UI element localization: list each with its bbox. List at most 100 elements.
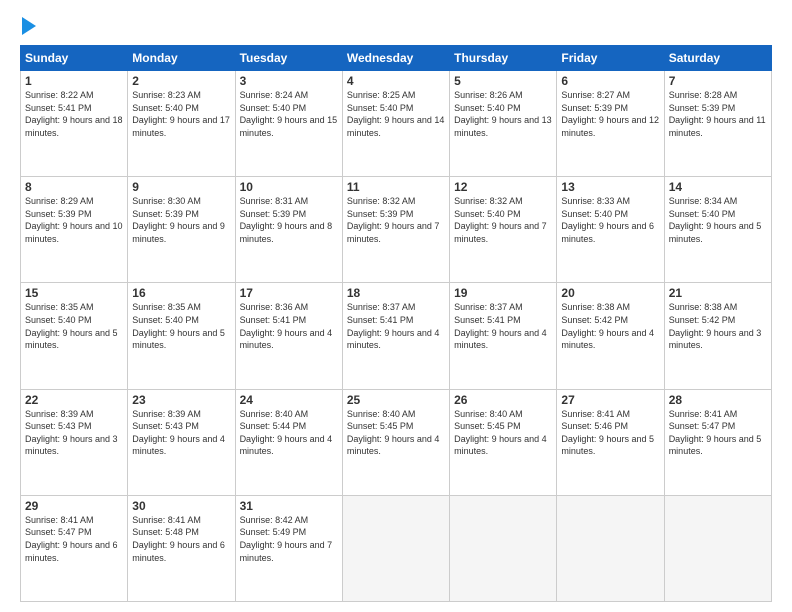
calendar-day-6: 6 Sunrise: 8:27 AMSunset: 5:39 PMDaylight… bbox=[557, 71, 664, 177]
day-info: Sunrise: 8:36 AMSunset: 5:41 PMDaylight:… bbox=[240, 302, 333, 350]
calendar-day-16: 16 Sunrise: 8:35 AMSunset: 5:40 PMDayligh… bbox=[128, 283, 235, 389]
day-info: Sunrise: 8:35 AMSunset: 5:40 PMDaylight:… bbox=[132, 302, 225, 350]
day-info: Sunrise: 8:41 AMSunset: 5:46 PMDaylight:… bbox=[561, 409, 654, 457]
day-number: 26 bbox=[454, 393, 552, 407]
logo-icon bbox=[22, 17, 36, 35]
calendar-header-row: SundayMondayTuesdayWednesdayThursdayFrid… bbox=[21, 46, 772, 71]
day-info: Sunrise: 8:31 AMSunset: 5:39 PMDaylight:… bbox=[240, 196, 333, 244]
calendar-day-9: 9 Sunrise: 8:30 AMSunset: 5:39 PMDaylight… bbox=[128, 177, 235, 283]
calendar-day-20: 20 Sunrise: 8:38 AMSunset: 5:42 PMDayligh… bbox=[557, 283, 664, 389]
weekday-header-friday: Friday bbox=[557, 46, 664, 71]
calendar-day-25: 25 Sunrise: 8:40 AMSunset: 5:45 PMDayligh… bbox=[342, 389, 449, 495]
day-number: 29 bbox=[25, 499, 123, 513]
calendar-day-23: 23 Sunrise: 8:39 AMSunset: 5:43 PMDayligh… bbox=[128, 389, 235, 495]
day-number: 28 bbox=[669, 393, 767, 407]
day-number: 6 bbox=[561, 74, 659, 88]
calendar-empty-4-6 bbox=[664, 495, 771, 601]
day-number: 23 bbox=[132, 393, 230, 407]
day-info: Sunrise: 8:38 AMSunset: 5:42 PMDaylight:… bbox=[561, 302, 654, 350]
day-info: Sunrise: 8:41 AMSunset: 5:47 PMDaylight:… bbox=[25, 515, 118, 563]
day-info: Sunrise: 8:32 AMSunset: 5:39 PMDaylight:… bbox=[347, 196, 440, 244]
calendar-week-5: 29 Sunrise: 8:41 AMSunset: 5:47 PMDayligh… bbox=[21, 495, 772, 601]
day-info: Sunrise: 8:40 AMSunset: 5:45 PMDaylight:… bbox=[347, 409, 440, 457]
calendar-day-12: 12Sunrise: 8:32 AMSunset: 5:40 PMDayligh… bbox=[450, 177, 557, 283]
day-number: 3 bbox=[240, 74, 338, 88]
day-info: Sunrise: 8:22 AMSunset: 5:41 PMDaylight:… bbox=[25, 90, 123, 138]
calendar-day-13: 13 Sunrise: 8:33 AMSunset: 5:40 PMDayligh… bbox=[557, 177, 664, 283]
day-info: Sunrise: 8:28 AMSunset: 5:39 PMDaylight:… bbox=[669, 90, 766, 138]
day-number: 8 bbox=[25, 180, 123, 194]
weekday-header-saturday: Saturday bbox=[664, 46, 771, 71]
calendar-day-7: 7 Sunrise: 8:28 AMSunset: 5:39 PMDaylight… bbox=[664, 71, 771, 177]
weekday-header-thursday: Thursday bbox=[450, 46, 557, 71]
calendar-day-1: 1 Sunrise: 8:22 AMSunset: 5:41 PMDaylight… bbox=[21, 71, 128, 177]
day-number: 25 bbox=[347, 393, 445, 407]
day-number: 15 bbox=[25, 286, 123, 300]
day-number: 10 bbox=[240, 180, 338, 194]
calendar-day-10: 10 Sunrise: 8:31 AMSunset: 5:39 PMDayligh… bbox=[235, 177, 342, 283]
day-info: Sunrise: 8:40 AMSunset: 5:44 PMDaylight:… bbox=[240, 409, 333, 457]
day-number: 22 bbox=[25, 393, 123, 407]
day-number: 20 bbox=[561, 286, 659, 300]
weekday-header-sunday: Sunday bbox=[21, 46, 128, 71]
day-number: 21 bbox=[669, 286, 767, 300]
calendar-day-4: 4 Sunrise: 8:25 AMSunset: 5:40 PMDaylight… bbox=[342, 71, 449, 177]
day-number: 17 bbox=[240, 286, 338, 300]
calendar-day-18: 18Sunrise: 8:37 AMSunset: 5:41 PMDayligh… bbox=[342, 283, 449, 389]
day-info: Sunrise: 8:34 AMSunset: 5:40 PMDaylight:… bbox=[669, 196, 762, 244]
weekday-header-wednesday: Wednesday bbox=[342, 46, 449, 71]
day-info: Sunrise: 8:40 AMSunset: 5:45 PMDaylight:… bbox=[454, 409, 547, 457]
calendar-day-15: 15Sunrise: 8:35 AMSunset: 5:40 PMDayligh… bbox=[21, 283, 128, 389]
calendar-week-4: 22 Sunrise: 8:39 AMSunset: 5:43 PMDayligh… bbox=[21, 389, 772, 495]
calendar-day-22: 22 Sunrise: 8:39 AMSunset: 5:43 PMDayligh… bbox=[21, 389, 128, 495]
page: SundayMondayTuesdayWednesdayThursdayFrid… bbox=[0, 0, 792, 612]
day-number: 4 bbox=[347, 74, 445, 88]
calendar-table: SundayMondayTuesdayWednesdayThursdayFrid… bbox=[20, 45, 772, 602]
calendar-day-24: 24 Sunrise: 8:40 AMSunset: 5:44 PMDayligh… bbox=[235, 389, 342, 495]
calendar-day-31: 31 Sunrise: 8:42 AMSunset: 5:49 PMDayligh… bbox=[235, 495, 342, 601]
day-info: Sunrise: 8:38 AMSunset: 5:42 PMDaylight:… bbox=[669, 302, 762, 350]
day-info: Sunrise: 8:41 AMSunset: 5:47 PMDaylight:… bbox=[669, 409, 762, 457]
day-info: Sunrise: 8:37 AMSunset: 5:41 PMDaylight:… bbox=[347, 302, 440, 350]
day-number: 9 bbox=[132, 180, 230, 194]
day-number: 27 bbox=[561, 393, 659, 407]
day-info: Sunrise: 8:23 AMSunset: 5:40 PMDaylight:… bbox=[132, 90, 230, 138]
day-number: 13 bbox=[561, 180, 659, 194]
day-info: Sunrise: 8:39 AMSunset: 5:43 PMDaylight:… bbox=[25, 409, 118, 457]
logo bbox=[20, 16, 36, 35]
calendar-day-19: 19 Sunrise: 8:37 AMSunset: 5:41 PMDayligh… bbox=[450, 283, 557, 389]
calendar-empty-4-5 bbox=[557, 495, 664, 601]
day-info: Sunrise: 8:42 AMSunset: 5:49 PMDaylight:… bbox=[240, 515, 333, 563]
day-number: 24 bbox=[240, 393, 338, 407]
day-number: 1 bbox=[25, 74, 123, 88]
calendar-week-1: 1 Sunrise: 8:22 AMSunset: 5:41 PMDaylight… bbox=[21, 71, 772, 177]
day-info: Sunrise: 8:27 AMSunset: 5:39 PMDaylight:… bbox=[561, 90, 659, 138]
day-number: 11 bbox=[347, 180, 445, 194]
day-number: 19 bbox=[454, 286, 552, 300]
calendar-day-30: 30Sunrise: 8:41 AMSunset: 5:48 PMDayligh… bbox=[128, 495, 235, 601]
weekday-header-monday: Monday bbox=[128, 46, 235, 71]
calendar-empty-4-3 bbox=[342, 495, 449, 601]
calendar-day-3: 3Sunrise: 8:24 AMSunset: 5:40 PMDaylight… bbox=[235, 71, 342, 177]
calendar-day-26: 26 Sunrise: 8:40 AMSunset: 5:45 PMDayligh… bbox=[450, 389, 557, 495]
calendar-day-27: 27 Sunrise: 8:41 AMSunset: 5:46 PMDayligh… bbox=[557, 389, 664, 495]
day-number: 5 bbox=[454, 74, 552, 88]
day-info: Sunrise: 8:33 AMSunset: 5:40 PMDaylight:… bbox=[561, 196, 654, 244]
day-info: Sunrise: 8:25 AMSunset: 5:40 PMDaylight:… bbox=[347, 90, 445, 138]
header bbox=[20, 16, 772, 35]
calendar-day-2: 2 Sunrise: 8:23 AMSunset: 5:40 PMDaylight… bbox=[128, 71, 235, 177]
day-number: 14 bbox=[669, 180, 767, 194]
day-info: Sunrise: 8:37 AMSunset: 5:41 PMDaylight:… bbox=[454, 302, 547, 350]
day-info: Sunrise: 8:26 AMSunset: 5:40 PMDaylight:… bbox=[454, 90, 552, 138]
calendar-day-14: 14 Sunrise: 8:34 AMSunset: 5:40 PMDayligh… bbox=[664, 177, 771, 283]
calendar-day-21: 21 Sunrise: 8:38 AMSunset: 5:42 PMDayligh… bbox=[664, 283, 771, 389]
day-number: 12 bbox=[454, 180, 552, 194]
day-number: 7 bbox=[669, 74, 767, 88]
day-info: Sunrise: 8:39 AMSunset: 5:43 PMDaylight:… bbox=[132, 409, 225, 457]
calendar-day-11: 11 Sunrise: 8:32 AMSunset: 5:39 PMDayligh… bbox=[342, 177, 449, 283]
day-number: 2 bbox=[132, 74, 230, 88]
day-info: Sunrise: 8:30 AMSunset: 5:39 PMDaylight:… bbox=[132, 196, 225, 244]
calendar-day-8: 8Sunrise: 8:29 AMSunset: 5:39 PMDaylight… bbox=[21, 177, 128, 283]
day-number: 16 bbox=[132, 286, 230, 300]
day-number: 31 bbox=[240, 499, 338, 513]
